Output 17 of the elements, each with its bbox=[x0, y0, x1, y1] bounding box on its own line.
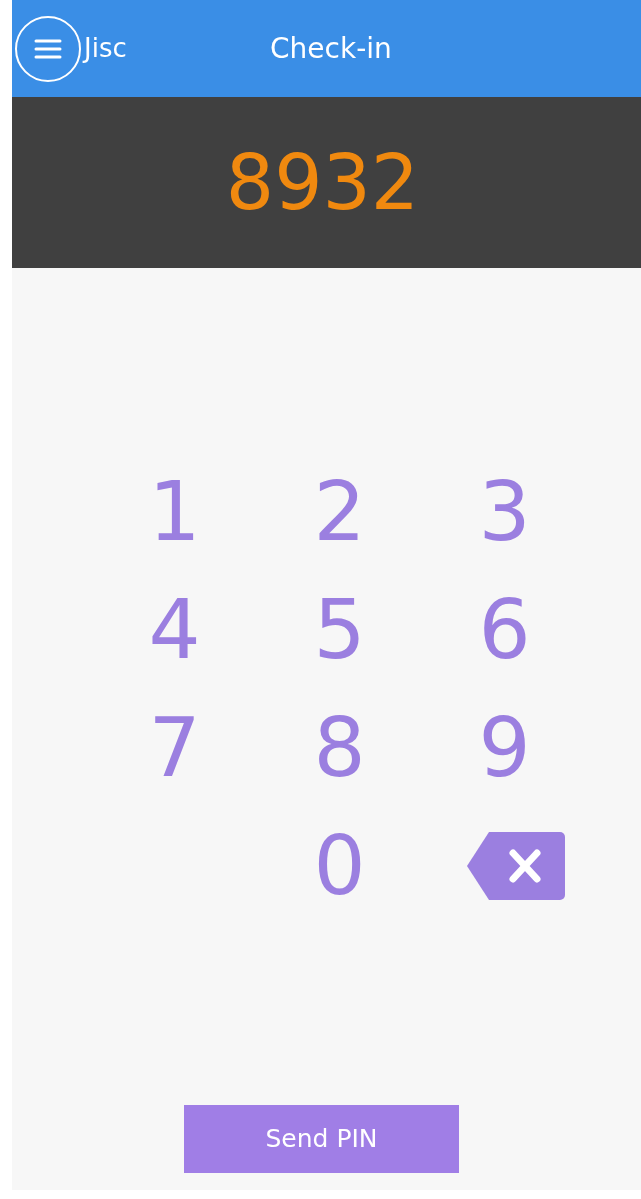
digit-key[interactable]: 9 bbox=[470, 707, 539, 789]
digit-key[interactable]: 1 bbox=[140, 471, 209, 553]
digit-key[interactable]: 8 bbox=[305, 707, 374, 789]
screen-title: Check-in bbox=[270, 30, 392, 67]
digit-key[interactable]: 0 bbox=[305, 825, 374, 907]
send-pin-button[interactable]: Send PIN bbox=[184, 1105, 459, 1173]
digit-key[interactable]: 5 bbox=[305, 589, 374, 671]
backspace-button[interactable] bbox=[466, 832, 565, 900]
digit-key[interactable]: 2 bbox=[305, 471, 374, 553]
menu-button[interactable] bbox=[15, 15, 81, 82]
digit-key[interactable]: 3 bbox=[470, 471, 539, 553]
pin-value: 8932 bbox=[225, 144, 421, 221]
digit-key[interactable]: 6 bbox=[470, 589, 539, 671]
digit-key[interactable]: 7 bbox=[140, 707, 209, 789]
backspace-icon bbox=[466, 832, 565, 900]
digit-key[interactable]: 4 bbox=[140, 589, 209, 671]
brand-name: Jisc bbox=[84, 32, 127, 65]
